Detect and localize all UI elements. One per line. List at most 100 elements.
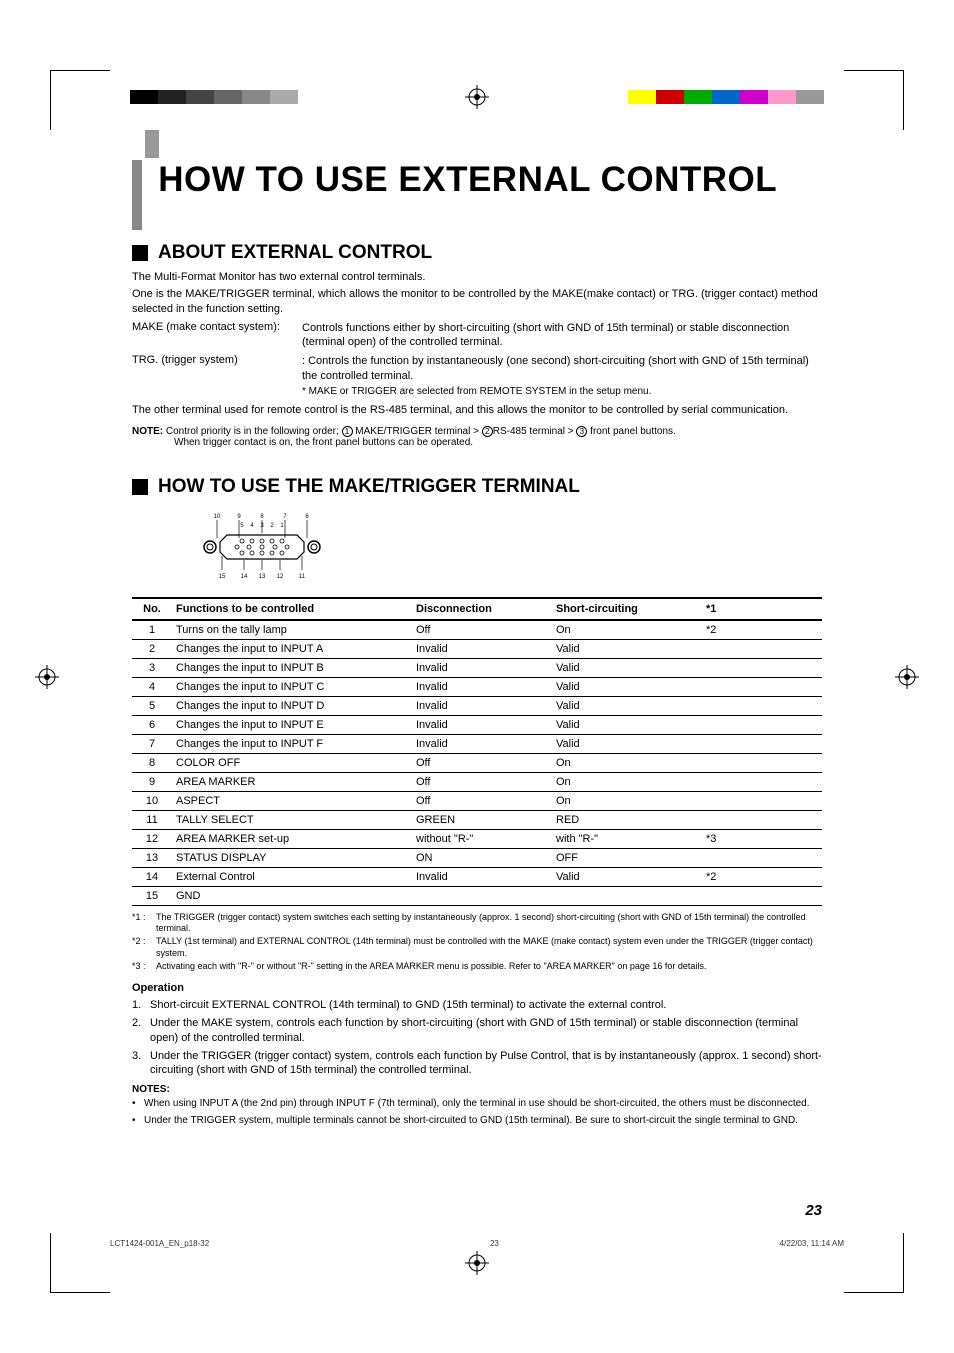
notes-list: •When using INPUT A (the 2nd pin) throug…: [132, 1097, 822, 1127]
op-text: Under the TRIGGER (trigger contact) syst…: [150, 1049, 822, 1078]
notes-text: When using INPUT A (the 2nd pin) through…: [144, 1097, 810, 1110]
table-row: 8 COLOR OFF Off On: [132, 753, 822, 772]
th-disc: Disconnection: [412, 598, 552, 620]
table-row: 6 Changes the input to INPUT E Invalid V…: [132, 715, 822, 734]
svg-text:5: 5: [240, 523, 244, 529]
print-footer: LCT1424-001A_EN_p18-32 23 4/22/03, 11:14…: [110, 1239, 844, 1248]
cell-disc: Invalid: [412, 734, 552, 753]
section2-heading-text: HOW TO USE THE MAKE/TRIGGER TERMINAL: [158, 476, 580, 498]
about-p1: The Multi-Format Monitor has two externa…: [132, 270, 822, 285]
cell-short: with "R-": [552, 829, 702, 848]
section-heading-howto: HOW TO USE THE MAKE/TRIGGER TERMINAL: [132, 476, 822, 498]
table-row: 10 ASPECT Off On: [132, 791, 822, 810]
footnote-text: The TRIGGER (trigger contact) system swi…: [156, 912, 822, 935]
trg-text: : Controls the function by instantaneous…: [302, 354, 822, 384]
cell-no: 4: [132, 677, 172, 696]
title-accent-bar: [132, 160, 142, 230]
notes-heading: NOTES:: [132, 1084, 822, 1095]
table-row: 4 Changes the input to INPUT C Invalid V…: [132, 677, 822, 696]
bullet-icon: •: [132, 1114, 144, 1127]
cell-no: 15: [132, 886, 172, 905]
cell-no: 9: [132, 772, 172, 791]
cell-no: 1: [132, 620, 172, 640]
cell-func: Turns on the tally lamp: [172, 620, 412, 640]
note1a: Control priority is in the following ord…: [166, 426, 342, 437]
cell-func: AREA MARKER set-up: [172, 829, 412, 848]
footnote-text: Activating each with "R-" or without "R-…: [156, 961, 822, 972]
cell-short: Valid: [552, 715, 702, 734]
footnotes: *1 :The TRIGGER (trigger contact) system…: [132, 912, 822, 972]
registration-mark-icon: [465, 85, 489, 109]
circled-1-icon: 1: [342, 426, 353, 437]
cell-disc: without "R-": [412, 829, 552, 848]
color-bar: [628, 90, 824, 104]
page-number: 23: [805, 1202, 822, 1219]
op-number: 3.: [132, 1049, 150, 1078]
svg-text:9: 9: [237, 514, 241, 520]
cell-no: 5: [132, 696, 172, 715]
pin-functions-table: No. Functions to be controlled Disconnec…: [132, 597, 822, 906]
svg-text:13: 13: [259, 574, 266, 580]
table-row: 15 GND: [132, 886, 822, 905]
cell-disc: Invalid: [412, 658, 552, 677]
svg-text:4: 4: [250, 523, 254, 529]
cell-star: [702, 658, 822, 677]
note1c: RS-485 terminal >: [493, 426, 577, 437]
grayscale-bar: [130, 90, 298, 104]
cell-short: Valid: [552, 734, 702, 753]
cell-star: *3: [702, 829, 822, 848]
svg-text:8: 8: [260, 514, 264, 520]
cell-star: [702, 886, 822, 905]
cell-star: [702, 810, 822, 829]
footer-left: LCT1424-001A_EN_p18-32: [110, 1239, 209, 1248]
footer-center: 23: [490, 1239, 499, 1248]
cell-func: TALLY SELECT: [172, 810, 412, 829]
page-content: HOW TO USE EXTERNAL CONTROL ABOUT EXTERN…: [132, 160, 822, 1223]
th-star: *1: [702, 598, 822, 620]
cell-disc: Invalid: [412, 696, 552, 715]
op-number: 2.: [132, 1016, 150, 1045]
op-text: Under the MAKE system, controls each fun…: [150, 1016, 822, 1045]
notes-item: •Under the TRIGGER system, multiple term…: [132, 1114, 822, 1127]
cell-no: 13: [132, 848, 172, 867]
footnote-label: *3 :: [132, 961, 156, 972]
th-func: Functions to be controlled: [172, 598, 412, 620]
table-header-row: No. Functions to be controlled Disconnec…: [132, 598, 822, 620]
cell-star: [702, 715, 822, 734]
notes-item: •When using INPUT A (the 2nd pin) throug…: [132, 1097, 822, 1110]
svg-text:11: 11: [299, 574, 306, 580]
table-row: 5 Changes the input to INPUT D Invalid V…: [132, 696, 822, 715]
cell-func: Changes the input to INPUT E: [172, 715, 412, 734]
cell-star: [702, 696, 822, 715]
cell-disc: [412, 886, 552, 905]
cell-func: External Control: [172, 867, 412, 886]
cell-star: [702, 772, 822, 791]
op-number: 1.: [132, 998, 150, 1012]
operation-item: 2.Under the MAKE system, controls each f…: [132, 1016, 822, 1045]
footnote-label: *2 :: [132, 936, 156, 959]
asterisk-note: * MAKE or TRIGGER are selected from REMO…: [302, 386, 822, 397]
cell-star: [702, 677, 822, 696]
cell-short: Valid: [552, 677, 702, 696]
cell-disc: ON: [412, 848, 552, 867]
notes-text: Under the TRIGGER system, multiple termi…: [144, 1114, 798, 1127]
cell-func: Changes the input to INPUT B: [172, 658, 412, 677]
circled-3-icon: 3: [576, 426, 587, 437]
cell-no: 11: [132, 810, 172, 829]
bullet-icon: •: [132, 1097, 144, 1110]
footnote-item: *3 :Activating each with "R-" or without…: [132, 961, 822, 972]
square-bullet-icon: [132, 245, 148, 261]
table-row: 12 AREA MARKER set-up without "R-" with …: [132, 829, 822, 848]
cell-short: Valid: [552, 658, 702, 677]
circled-2-icon: 2: [482, 426, 493, 437]
operation-item: 3.Under the TRIGGER (trigger contact) sy…: [132, 1049, 822, 1078]
cell-star: [702, 848, 822, 867]
cell-short: On: [552, 753, 702, 772]
cell-star: [702, 639, 822, 658]
cell-disc: Off: [412, 620, 552, 640]
table-row: 3 Changes the input to INPUT B Invalid V…: [132, 658, 822, 677]
make-text: Controls functions either by short-circu…: [302, 321, 822, 351]
cell-func: Changes the input to INPUT F: [172, 734, 412, 753]
cell-func: STATUS DISPLAY: [172, 848, 412, 867]
section1-heading-text: ABOUT EXTERNAL CONTROL: [158, 242, 432, 264]
